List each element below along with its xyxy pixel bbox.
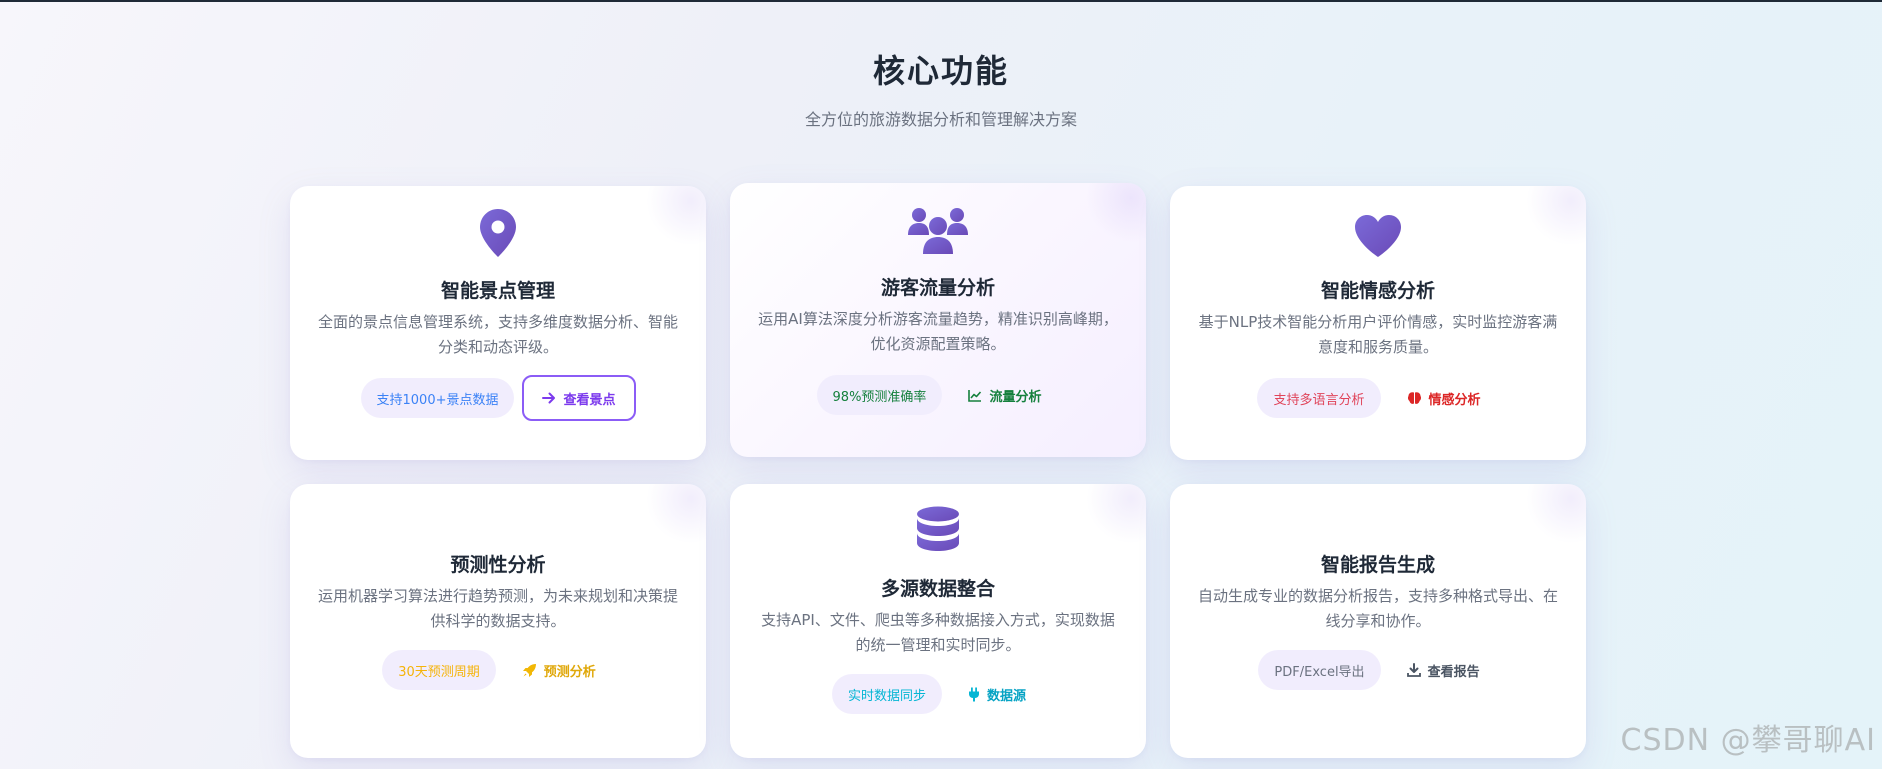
feature-badge: 实时数据同步: [831, 674, 942, 714]
download-icon: [1406, 663, 1421, 677]
feature-card-data-integration: 多源数据整合 支持API、文件、爬虫等多种数据接入方式，实现数据的统一管理和实时…: [730, 484, 1146, 758]
flow-analysis-link[interactable]: 流量分析: [950, 372, 1059, 418]
feature-title: 游客流量分析: [880, 277, 995, 299]
predictive-analysis-link[interactable]: 预测分析: [504, 647, 614, 693]
data-source-link[interactable]: 数据源: [950, 671, 1044, 717]
feature-title: 智能报告生成: [1320, 554, 1435, 576]
map-pin-icon: [290, 208, 706, 262]
brain-icon: [1407, 392, 1421, 404]
link-label: 查看报告: [1427, 664, 1480, 680]
link-label: 预测分析: [543, 664, 596, 680]
feature-card-visitor-flow: 游客流量分析 运用AI算法深度分析游客流量趋势，精准识别高峰期，优化资源配置策略…: [730, 183, 1146, 457]
section-header: 核心功能 全方位的旅游数据分析和管理解决方案: [0, 46, 1882, 130]
feature-description: 运用机器学习算法进行趋势预测，为未来规划和决策提供科学的数据支持。: [317, 587, 678, 630]
feature-description: 全面的景点信息管理系统，支持多维度数据分析、智能分类和动态评级。: [317, 313, 678, 356]
feature-badge: 30天预测周期: [382, 650, 496, 690]
link-label: 情感分析: [1428, 392, 1481, 408]
feature-card-sentiment: 智能情感分析 基于NLP技术智能分析用户评价情感，实时监控游客满意度和服务质量。…: [1170, 186, 1586, 460]
section-title: 核心功能: [872, 52, 1009, 90]
view-attractions-link[interactable]: 查看景点: [522, 375, 636, 421]
rocket-icon: [522, 663, 536, 677]
view-report-link[interactable]: 查看报告: [1389, 647, 1498, 693]
feature-card-predictive: 预测性分析 运用机器学习算法进行趋势预测，为未来规划和决策提供科学的数据支持。 …: [290, 484, 706, 758]
feature-card-attractions: 智能景点管理 全面的景点信息管理系统，支持多维度数据分析、智能分类和动态评级。 …: [290, 186, 706, 460]
feature-badge: 支持多语言分析: [1257, 378, 1381, 418]
feature-title: 智能情感分析: [1320, 280, 1435, 302]
line-chart-icon: [968, 389, 982, 402]
feature-badge: 支持1000+景点数据: [360, 378, 515, 418]
section-subtitle: 全方位的旅游数据分析和管理解决方案: [804, 110, 1077, 129]
feature-title: 预测性分析: [450, 554, 546, 576]
feature-title: 多源数据整合: [880, 578, 995, 600]
feature-description: 运用AI算法深度分析游客流量趋势，精准识别高峰期，优化资源配置策略。: [758, 310, 1118, 353]
arrow-right-icon: [542, 392, 556, 404]
heart-icon: [1170, 214, 1586, 262]
sentiment-analysis-link[interactable]: 情感分析: [1389, 375, 1499, 421]
link-label: 流量分析: [989, 389, 1042, 405]
plug-icon: [969, 687, 979, 701]
feature-description: 基于NLP技术智能分析用户评价情感，实时监控游客满意度和服务质量。: [1198, 313, 1558, 356]
csdn-watermark: CSDN @攀哥聊AI: [1620, 723, 1876, 758]
top-border-line: [0, 0, 1882, 2]
link-label: 查看景点: [563, 392, 616, 408]
feature-card-reports: 智能报告生成 自动生成专业的数据分析报告，支持多种格式导出、在线分享和协作。 P…: [1170, 484, 1586, 758]
link-label: 数据源: [987, 688, 1027, 704]
feature-badge: 98%预测准确率: [816, 375, 943, 415]
feature-badge: PDF/Excel导出: [1258, 650, 1381, 690]
users-icon: [730, 205, 1146, 259]
feature-title: 智能景点管理: [440, 280, 555, 302]
feature-description: 支持API、文件、爬虫等多种数据接入方式，实现数据的统一管理和实时同步。: [761, 611, 1115, 654]
database-icon: [730, 506, 1146, 562]
feature-description: 自动生成专业的数据分析报告，支持多种格式导出、在线分享和协作。: [1197, 587, 1558, 630]
